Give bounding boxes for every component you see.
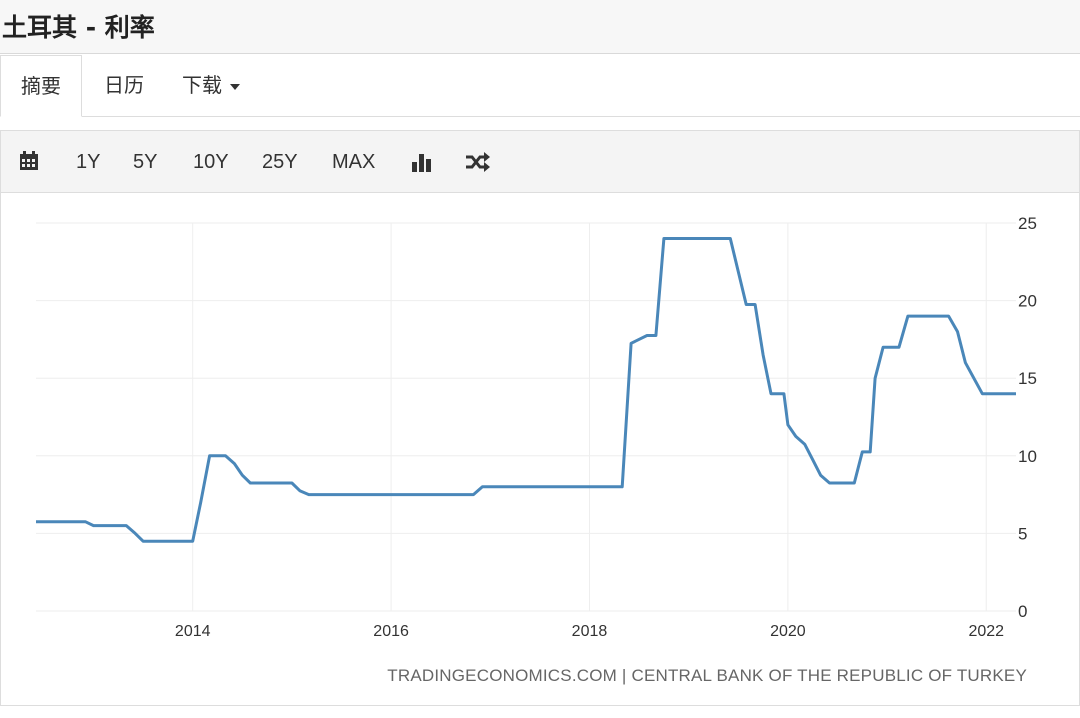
x-tick-label: 2018 [572,623,608,640]
y-tick-label: 0 [1018,602,1027,621]
title-bar: 土耳其 - 利率 [0,0,1080,54]
line-chart: 0 5 10 15 20 25 2014 2016 2018 2020 2022 [36,214,1037,640]
tab-download-label: 下载 [182,73,222,97]
chart-panel: 1Y 5Y 10Y 25Y MAX 0 5 10 15 20 25 2014 2016 2018… [0,130,1080,706]
source-attribution: TRADINGECONOMICS.COM | CENTRAL BANK OF T… [387,666,1027,685]
x-tick-label: 2014 [175,623,211,640]
tab-summary[interactable]: 摘要 [0,55,82,117]
x-tick-label: 2020 [770,623,806,640]
y-tick-label: 5 [1018,524,1027,543]
tab-calendar[interactable]: 日历 [88,55,160,117]
page-title: 土耳其 - 利率 [2,13,155,42]
y-tick-label: 25 [1018,214,1037,233]
y-tick-label: 20 [1018,292,1037,311]
y-tick-label: 10 [1018,447,1037,466]
x-tick-label: 2022 [968,623,1004,640]
chevron-down-icon [230,83,240,90]
series-line-0 [36,237,1016,543]
x-tick-label: 2016 [373,623,409,640]
y-tick-label: 15 [1018,369,1037,388]
tab-bar: 摘要 日历 下载 [0,55,1080,117]
tab-download[interactable]: 下载 [166,55,256,117]
